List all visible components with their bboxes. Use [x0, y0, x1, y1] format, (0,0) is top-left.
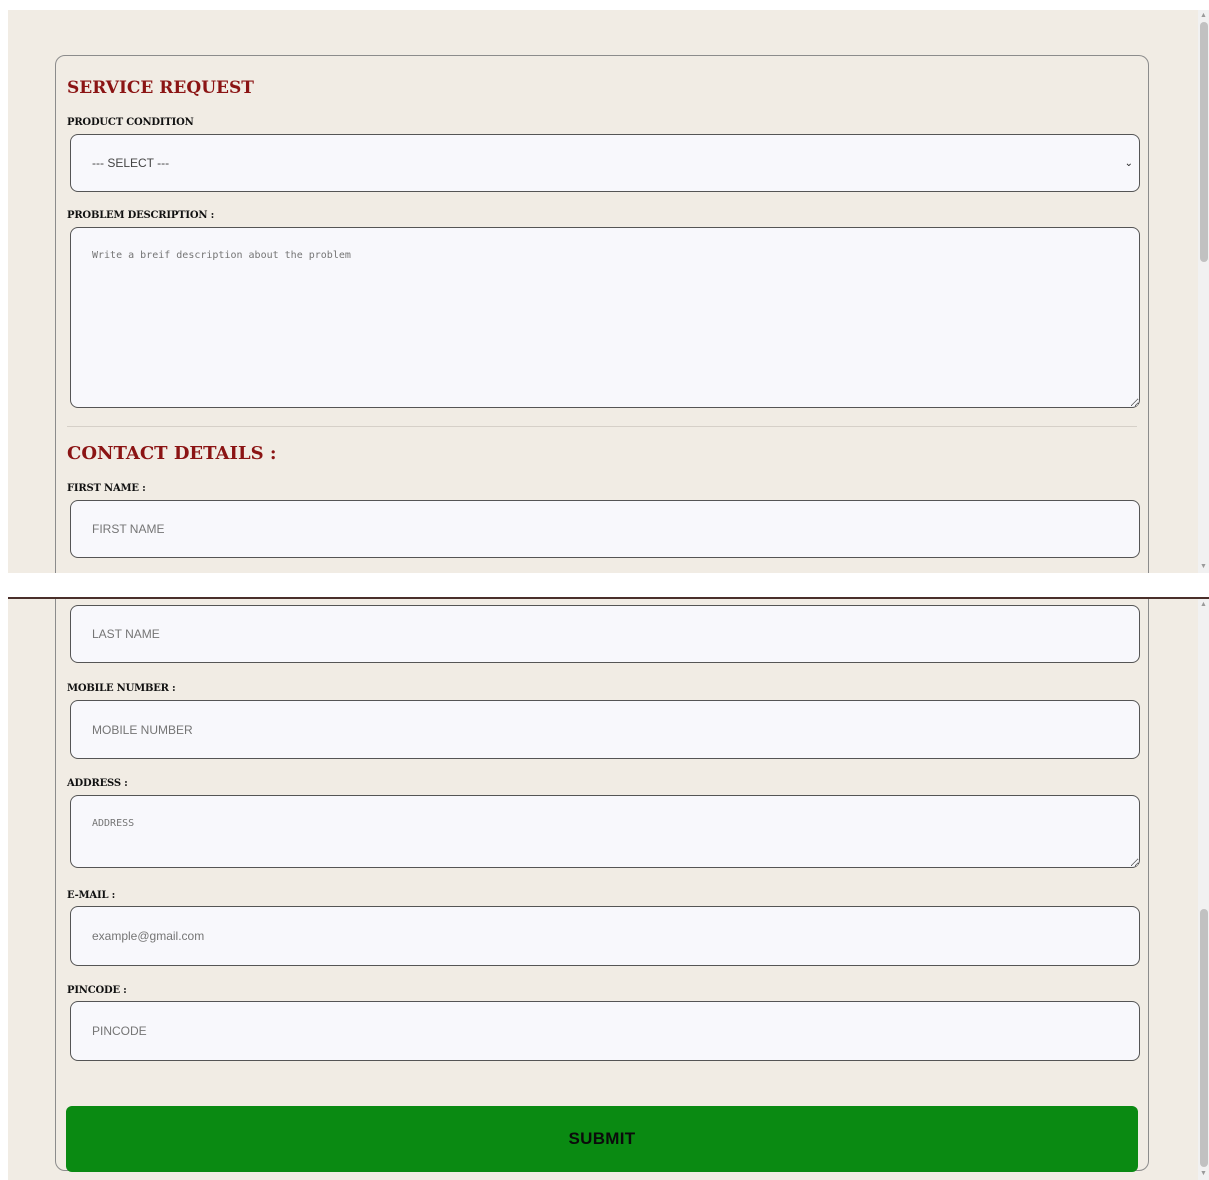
arrow-up-icon[interactable]: ▲ — [1198, 10, 1209, 22]
product-condition-value: --- SELECT --- — [92, 156, 170, 170]
arrow-down-icon[interactable]: ▼ — [1198, 1168, 1209, 1180]
scrollbar-thumb[interactable] — [1200, 909, 1208, 1167]
pincode-label: PINCODE : — [67, 985, 127, 996]
first-name-label: FIRST NAME : — [67, 483, 146, 494]
problem-description-label: PROBLEM DESCRIPTION : — [67, 210, 215, 221]
email-input[interactable] — [70, 906, 1140, 966]
product-condition-select[interactable]: --- SELECT --- ⌄ — [70, 134, 1140, 192]
scrollbar[interactable]: ▲ ▼ — [1198, 10, 1209, 573]
mobile-number-input[interactable] — [70, 700, 1140, 759]
scrollbar[interactable]: ▲ ▼ — [1198, 599, 1209, 1180]
arrow-up-icon[interactable]: ▲ — [1198, 599, 1209, 611]
last-name-input[interactable] — [70, 605, 1140, 663]
arrow-down-icon[interactable]: ▼ — [1198, 561, 1209, 573]
service-request-card: SERVICE REQUEST PRODUCT CONDITION --- SE… — [55, 55, 1149, 573]
submit-button[interactable]: SUBMIT — [66, 1106, 1138, 1172]
mobile-number-label: MOBILE NUMBER : — [67, 683, 176, 694]
form-viewport-top: SERVICE REQUEST PRODUCT CONDITION --- SE… — [8, 10, 1209, 573]
contact-details-card: MOBILE NUMBER : ADDRESS : E-MAIL : PINCO… — [55, 599, 1149, 1172]
scrollbar-thumb[interactable] — [1200, 22, 1208, 262]
chevron-down-icon: ⌄ — [1124, 157, 1133, 169]
address-label: ADDRESS : — [67, 778, 128, 789]
pincode-input[interactable] — [70, 1001, 1140, 1061]
form-viewport-bottom: MOBILE NUMBER : ADDRESS : E-MAIL : PINCO… — [8, 597, 1209, 1180]
problem-description-textarea[interactable] — [70, 227, 1140, 408]
contact-details-heading: CONTACT DETAILS : — [67, 443, 277, 464]
section-divider — [67, 426, 1137, 427]
address-textarea[interactable] — [70, 795, 1140, 868]
first-name-input[interactable] — [70, 500, 1140, 558]
service-request-heading: SERVICE REQUEST — [67, 78, 254, 98]
email-label: E-MAIL : — [67, 890, 116, 901]
product-condition-label: PRODUCT CONDITION — [67, 117, 194, 128]
